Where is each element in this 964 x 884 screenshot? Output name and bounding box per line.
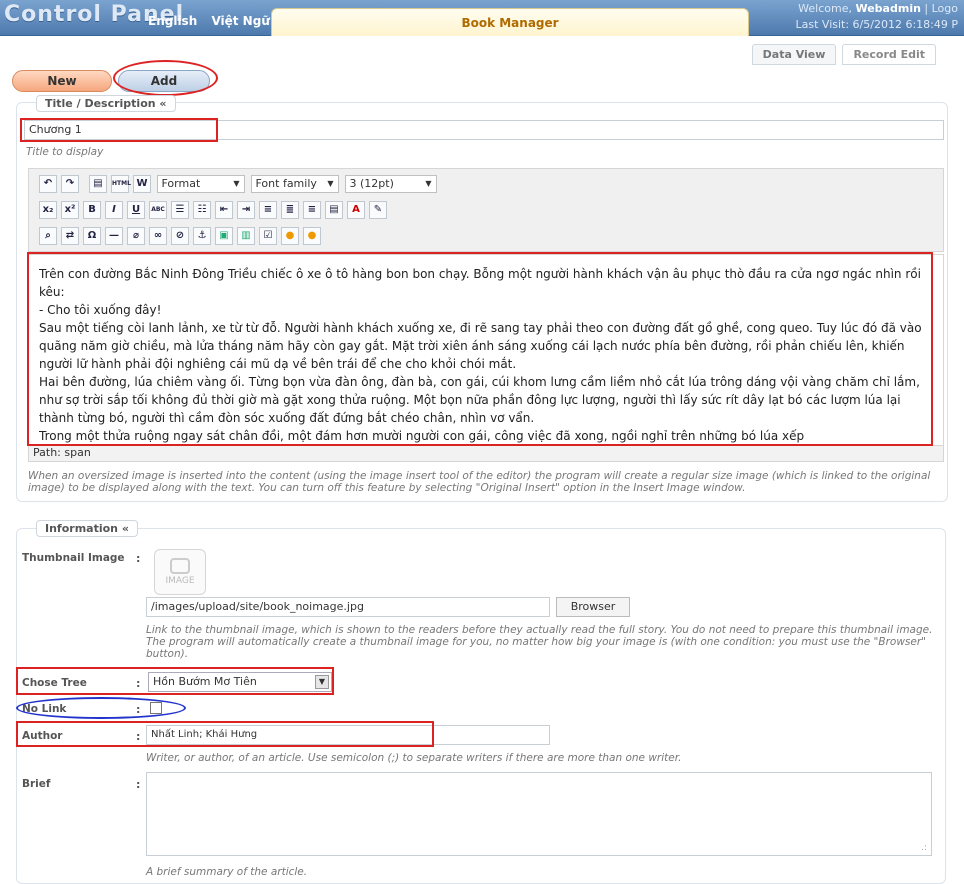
thumbnail-hint: Link to the thumbnail image, which is sh… — [146, 624, 933, 660]
emoticon-2-icon[interactable]: ● — [303, 227, 321, 245]
annotation-box-tree — [16, 667, 334, 695]
last-visit: Last Visit: 6/5/2012 6:18:49 P — [795, 18, 959, 31]
indent-icon[interactable]: ⇥ — [237, 201, 255, 219]
logout-link[interactable]: | Logo — [921, 2, 958, 15]
paste-word-icon[interactable]: W — [133, 175, 151, 193]
align-left-icon[interactable]: ≡ — [259, 201, 277, 219]
horizontal-rule-icon[interactable]: — — [105, 227, 123, 245]
bold-icon[interactable]: B — [83, 201, 101, 219]
toolbar-row-3: ⌕ ⇄ Ω — ⌀ ∞ ⊘ ⚓ ▣ ▥ ☑ ● ● — [37, 227, 323, 249]
brief-hint: A brief summary of the article. — [146, 866, 308, 878]
top-bar: Control Panel English Việt Ngữ Book Mana… — [0, 0, 964, 36]
align-center-icon[interactable]: ≣ — [281, 201, 299, 219]
highlight-color-icon[interactable]: ✎ — [369, 201, 387, 219]
preview-icon[interactable]: ▤ — [89, 175, 107, 193]
annotation-box-title — [20, 118, 218, 142]
tab-data-view[interactable]: Data View — [751, 44, 837, 65]
information-legend[interactable]: Information « — [36, 520, 138, 537]
language-switcher: English Việt Ngữ — [148, 14, 280, 28]
align-justify-icon[interactable]: ▤ — [325, 201, 343, 219]
font-size-label: 3 (12pt) — [349, 177, 394, 190]
tab-book-manager[interactable]: Book Manager — [271, 8, 749, 36]
superscript-icon[interactable]: x² — [61, 201, 79, 219]
table-icon[interactable]: ☑ — [259, 227, 277, 245]
editor-path-bar: Path: span — [28, 446, 944, 462]
media-icon[interactable]: ▥ — [237, 227, 255, 245]
outdent-icon[interactable]: ⇤ — [215, 201, 233, 219]
annotation-circle-add — [113, 60, 218, 96]
annotation-box-author — [16, 721, 434, 747]
bullet-list-icon[interactable]: ☰ — [171, 201, 189, 219]
brief-colon: : — [136, 778, 141, 791]
font-family-label: Font family — [255, 177, 317, 190]
link-icon[interactable]: ∞ — [149, 227, 167, 245]
toolbar-row-2: x₂ x² B I U ABC ☰ ☷ ⇤ ⇥ ≡ ≣ ≡ ▤ A ✎ — [37, 201, 389, 223]
undo-icon[interactable]: ↶ — [39, 175, 57, 193]
lang-vietnamese-link[interactable]: Việt Ngữ — [211, 14, 269, 28]
unlink-icon[interactable]: ⊘ — [171, 227, 189, 245]
resize-grip-icon[interactable]: .: — [921, 843, 927, 853]
underline-icon[interactable]: U — [127, 201, 145, 219]
lang-english-link[interactable]: English — [148, 14, 197, 28]
font-size-select[interactable]: 3 (12pt) ▼ — [344, 175, 437, 193]
image-icon[interactable]: ▣ — [215, 227, 233, 245]
new-button[interactable]: New — [12, 70, 112, 92]
brief-label: Brief — [22, 778, 51, 790]
annotation-box-content — [27, 252, 933, 446]
anchor-icon[interactable]: ⚓ — [193, 227, 211, 245]
thumbnail-preview: IMAGE — [154, 549, 206, 595]
author-hint: Writer, or author, of an article. Use se… — [146, 752, 682, 764]
align-right-icon[interactable]: ≡ — [303, 201, 321, 219]
tab-record-edit[interactable]: Record Edit — [842, 44, 936, 65]
thumbnail-label: Thumbnail Image — [22, 552, 125, 564]
redo-icon[interactable]: ↷ — [61, 175, 79, 193]
italic-icon[interactable]: I — [105, 201, 123, 219]
special-char-icon[interactable]: Ω — [83, 227, 101, 245]
brief-textarea[interactable]: .: — [146, 772, 932, 856]
emoticon-icon[interactable]: ● — [281, 227, 299, 245]
find-icon[interactable]: ⌕ — [39, 227, 57, 245]
browser-button[interactable]: Browser — [556, 597, 630, 617]
title-hint: Title to display — [26, 146, 104, 158]
format-select-label: Format — [161, 177, 201, 190]
thumbnail-path-input[interactable]: /images/upload/site/book_noimage.jpg — [146, 597, 550, 617]
html-icon[interactable]: HTML — [111, 175, 131, 193]
welcome-text: Welcome, — [798, 2, 856, 15]
clear-format-icon[interactable]: ⌀ — [127, 227, 145, 245]
replace-icon[interactable]: ⇄ — [61, 227, 79, 245]
format-select[interactable]: Format ▼ — [156, 175, 245, 193]
numbered-list-icon[interactable]: ☷ — [193, 201, 211, 219]
thumbnail-colon: : — [136, 552, 141, 565]
toolbar-row-1: ↶ ↷ ▤ HTML W Format ▼ Font family ▼ 3 (12pt) ▼ — [37, 175, 443, 197]
camera-icon — [170, 558, 190, 574]
font-family-select[interactable]: Font family ▼ — [250, 175, 339, 193]
thumbnail-placeholder: IMAGE — [165, 576, 195, 586]
view-tabs: Data View Record Edit — [746, 44, 936, 65]
subscript-icon[interactable]: x₂ — [39, 201, 57, 219]
user-info: Welcome, Webadmin | Logo Last Visit: 6/5… — [796, 1, 959, 33]
text-color-icon[interactable]: A — [347, 201, 365, 219]
editor-toolbar: ↶ ↷ ▤ HTML W Format ▼ Font family ▼ 3 (12pt) ▼ x₂… — [28, 168, 944, 252]
annotation-oval-nolink — [16, 697, 186, 719]
editor-note: When an oversized image is inserted into… — [28, 470, 931, 494]
title-section-legend[interactable]: Title / Description « — [36, 95, 176, 112]
strikethrough-icon[interactable]: ABC — [149, 201, 167, 219]
username: Webadmin — [855, 2, 921, 15]
